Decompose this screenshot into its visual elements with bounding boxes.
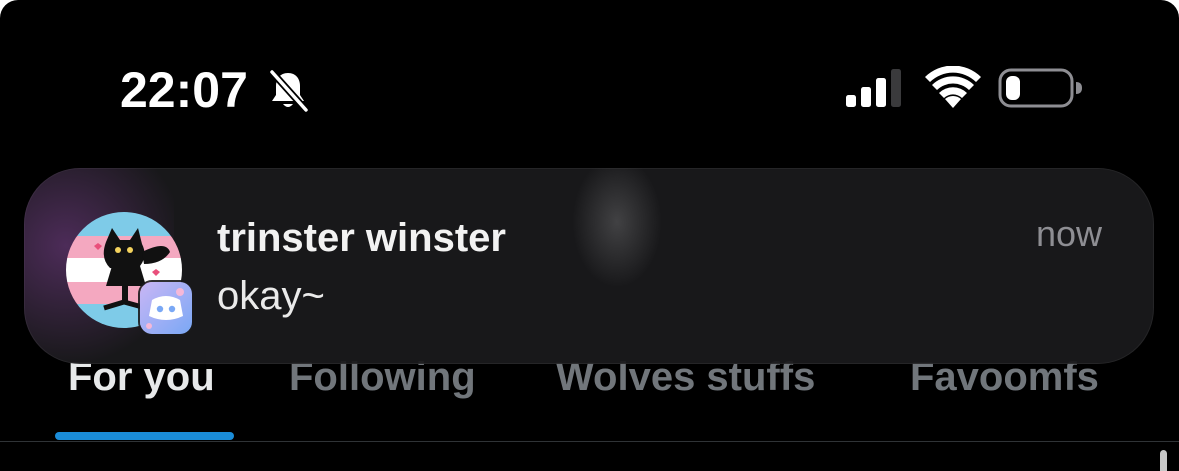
discord-icon [140,282,192,334]
wifi-icon [925,66,981,108]
status-time: 22:07 [120,62,248,118]
battery-low-icon [998,68,1082,108]
notification-time: now [1035,213,1102,254]
active-tab-indicator [55,432,234,440]
tab-divider [0,441,1179,442]
notification-message: okay~ [217,274,325,318]
cellular-signal-icon [846,69,901,107]
notification-background-blur [572,168,662,288]
scroll-indicator [1160,450,1167,471]
phone-screen: 22:07 For you Following Wolves stuffs Fa… [0,0,1179,471]
notification-sender: trinster winster [217,216,506,260]
notification-banner[interactable]: trinster winster okay~ now [24,168,1154,364]
bell-slash-icon [268,68,310,112]
